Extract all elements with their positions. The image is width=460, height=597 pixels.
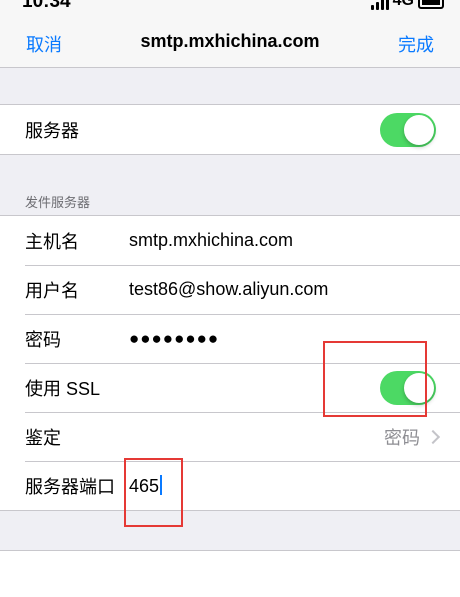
username-row[interactable]: 用户名 test86@show.aliyun.com (0, 265, 460, 314)
outgoing-server-header: 发件服务器 (25, 195, 91, 210)
server-row: 服务器 (0, 105, 460, 154)
status-time: 10:34 (22, 0, 71, 12)
auth-label: 鉴定 (25, 427, 61, 448)
server-toggle[interactable] (380, 112, 436, 147)
auth-row[interactable]: 鉴定 密码 (0, 412, 460, 461)
status-indicators: 4G (370, 0, 444, 10)
host-label: 主机名 (25, 231, 79, 252)
port-label: 服务器端口 (25, 476, 115, 497)
toggle-knob (404, 114, 434, 145)
battery-icon (418, 0, 444, 9)
lower-group (0, 550, 460, 597)
username-label: 用户名 (25, 280, 79, 301)
server-group: 服务器 (0, 104, 460, 155)
password-field[interactable]: ●●●●●●●● (129, 329, 219, 349)
port-row[interactable]: 服务器端口 465 (0, 461, 460, 510)
network-label: 4G (392, 0, 414, 9)
ssl-highlight-box (323, 341, 427, 417)
status-bar: 10:34 4G (0, 0, 460, 12)
password-label: 密码 (25, 329, 61, 350)
auth-value: 密码 (384, 427, 420, 448)
host-field[interactable]: smtp.mxhichina.com (129, 230, 293, 251)
auth-detail[interactable]: 密码 (384, 424, 441, 450)
ssl-label: 使用 SSL (25, 378, 101, 399)
port-highlight-box (124, 458, 183, 527)
server-label: 服务器 (25, 120, 79, 141)
signal-icon (370, 0, 389, 10)
page-title: smtp.mxhichina.com (140, 31, 320, 51)
done-button[interactable]: 完成 (398, 31, 434, 57)
navigation-bar: 取消 smtp.mxhichina.com 完成 (0, 12, 460, 68)
host-row[interactable]: 主机名 smtp.mxhichina.com (0, 216, 460, 265)
chevron-right-icon (425, 429, 441, 444)
username-field[interactable]: test86@show.aliyun.com (129, 279, 328, 300)
